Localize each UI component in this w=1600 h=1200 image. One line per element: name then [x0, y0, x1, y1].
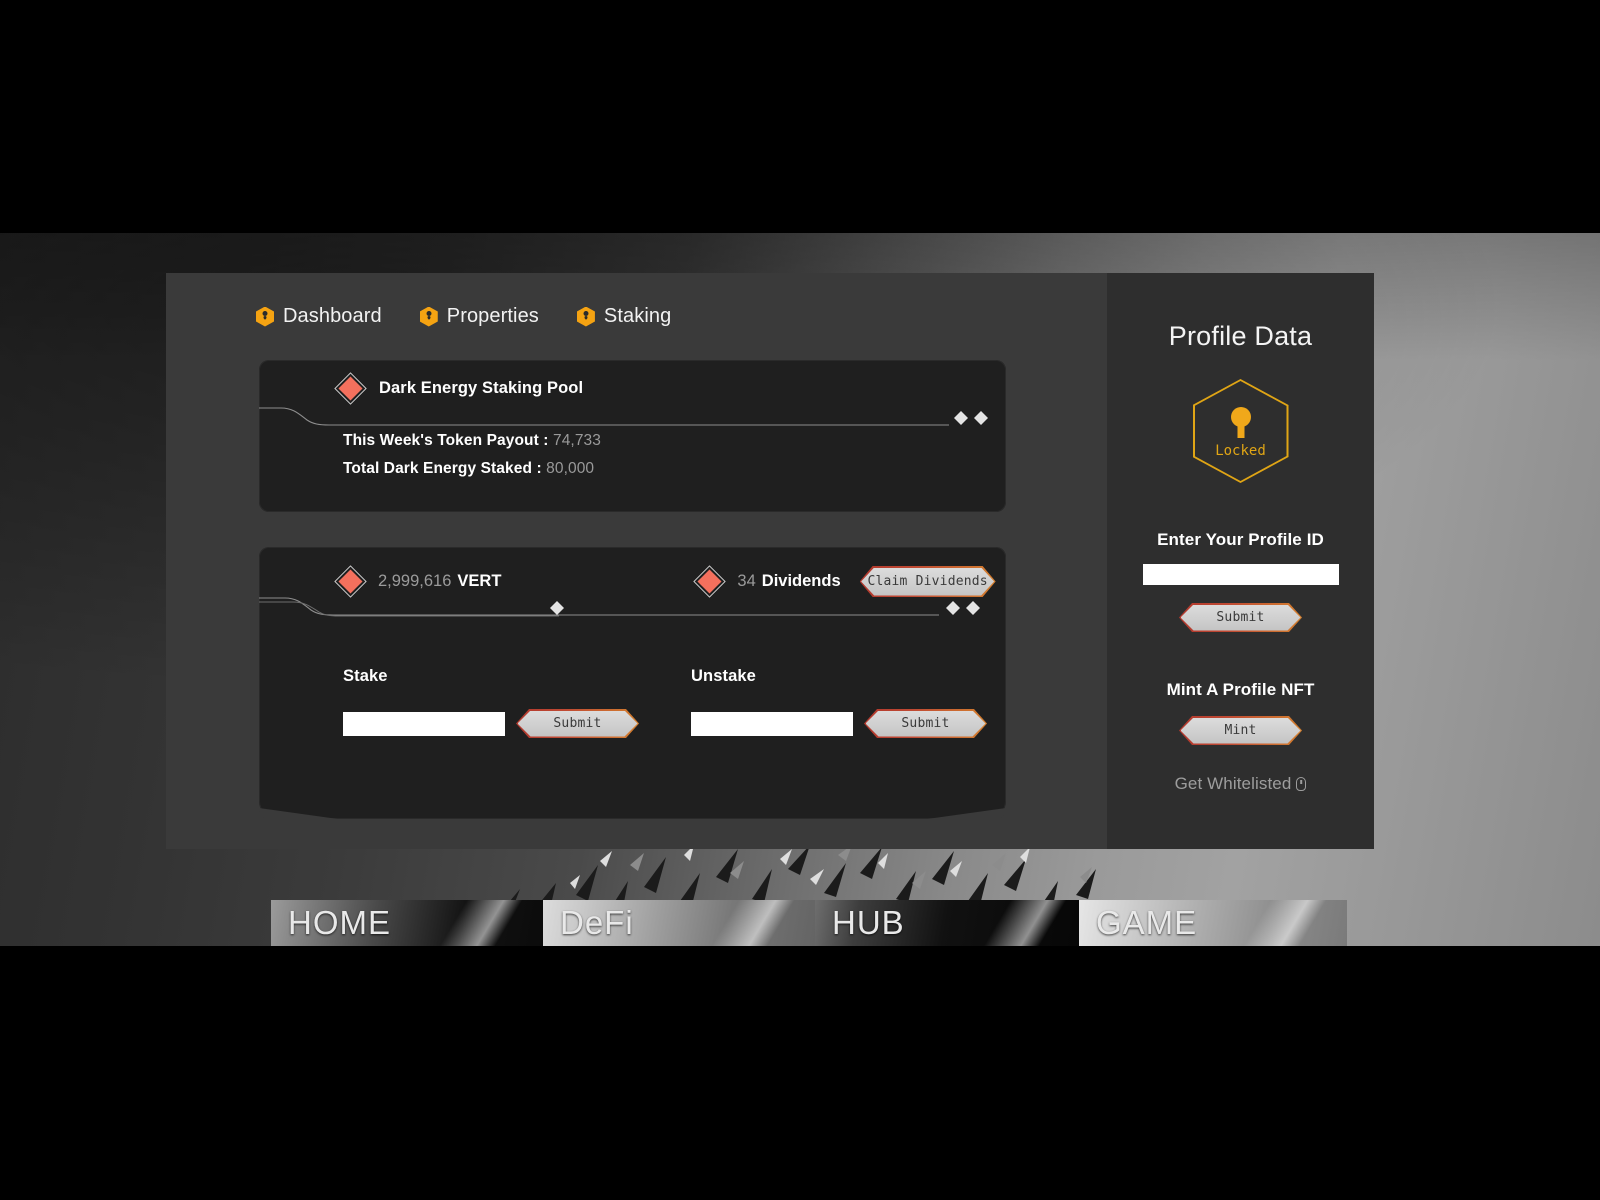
hex-lock-icon: [256, 306, 274, 327]
dividends-amount: 34: [737, 572, 756, 590]
tile-game[interactable]: GAME: [1079, 900, 1347, 946]
mint-button[interactable]: Mint: [1179, 716, 1302, 745]
main-panel: Dashboard Properties Staking Dark Energy…: [166, 273, 1107, 849]
mouse-icon: [1296, 777, 1307, 791]
mint-button-label: Mint: [1181, 718, 1301, 744]
unstake-submit-label: Submit: [866, 711, 986, 737]
unstake-submit-button[interactable]: Submit: [864, 709, 987, 738]
pool-stats: This Week's Token Payout : 74,733 Total …: [343, 432, 601, 488]
red-diamond-icon: [338, 376, 363, 401]
tile-defi[interactable]: DeFi: [543, 900, 815, 946]
stake-label: Stake: [343, 667, 388, 685]
profile-submit-button[interactable]: Submit: [1179, 603, 1302, 632]
dividends-count: 34 Dividends: [697, 569, 841, 594]
tile-hub[interactable]: HUB: [815, 900, 1087, 946]
profile-id-label: Enter Your Profile ID: [1157, 530, 1324, 549]
unstake-label: Unstake: [691, 667, 756, 685]
tile-swoosh: [1229, 900, 1347, 946]
unstake-input[interactable]: [691, 711, 853, 736]
app-window: Dashboard Properties Staking Dark Energy…: [166, 273, 1374, 849]
pool-card-header: Dark Energy Staking Pool: [259, 360, 1006, 401]
stat-weekly-payout-label: This Week's Token Payout :: [343, 432, 549, 449]
stake-submit-button[interactable]: Submit: [516, 709, 639, 738]
claim-dividends-label: Claim Dividends: [861, 568, 994, 596]
vert-balance-unit: VERT: [457, 572, 502, 590]
nav-label-staking: Staking: [603, 305, 672, 327]
bottom-tile-nav: HOME DeFi HUB GAME: [0, 894, 1600, 946]
pool-card-title: Dark Energy Staking Pool: [379, 379, 584, 397]
stat-total-staked-value: 80,000: [546, 460, 595, 477]
tile-defi-label: DeFi: [560, 904, 634, 941]
stake-card: 2,999,616 VERT 34 Dividends Claim Divide…: [259, 547, 1006, 819]
mint-nft-label: Mint A Profile NFT: [1166, 680, 1315, 699]
dividends-unit: Dividends: [761, 572, 841, 590]
vert-balance: 2,999,616 VERT: [338, 569, 502, 594]
unstake-section: Unstake Submit: [691, 667, 987, 738]
tile-game-label: GAME: [1096, 904, 1198, 941]
tile-swoosh: [697, 900, 815, 946]
red-diamond-icon: [697, 569, 722, 594]
nav-item-staking[interactable]: Staking: [576, 305, 672, 328]
profile-data-title: Profile Data: [1168, 321, 1313, 351]
stake-submit-label: Submit: [518, 711, 638, 737]
stat-total-staked: Total Dark Energy Staked : 80,000: [343, 460, 601, 478]
stat-weekly-payout: This Week's Token Payout : 74,733: [343, 432, 601, 450]
stake-section: Stake Submit: [343, 667, 639, 738]
profile-sidebar: Profile Data Locked Enter Your Profile I…: [1107, 273, 1374, 849]
hex-lock-badge-icon: Locked: [1192, 379, 1289, 483]
pool-card-divider: [259, 404, 1006, 430]
nav-item-dashboard[interactable]: Dashboard: [256, 305, 382, 328]
stake-input[interactable]: [343, 711, 505, 736]
profile-id-input[interactable]: [1142, 564, 1339, 585]
tile-hub-label: HUB: [832, 904, 905, 941]
nav-item-properties[interactable]: Properties: [419, 305, 539, 328]
nav-label-dashboard: Dashboard: [283, 305, 382, 327]
tile-swoosh: [425, 900, 543, 946]
hex-lock-icon: [419, 306, 438, 327]
stat-total-staked-label: Total Dark Energy Staked :: [343, 460, 542, 477]
app-stage: Dashboard Properties Staking Dark Energy…: [0, 233, 1600, 946]
red-diamond-icon: [338, 569, 363, 594]
vert-balance-amount: 2,999,616: [378, 572, 452, 590]
nav-label-properties: Properties: [446, 305, 539, 327]
profile-submit-label: Submit: [1181, 605, 1301, 631]
lock-status-text: Locked: [1215, 443, 1266, 459]
get-whitelisted-link[interactable]: Get Whitelisted: [1107, 774, 1374, 794]
keyhole-icon: [1230, 407, 1251, 427]
get-whitelisted-label: Get Whitelisted: [1174, 774, 1292, 793]
stake-card-divider: [259, 593, 1006, 619]
stat-weekly-payout-value: 74,733: [552, 432, 601, 449]
tile-home-label: HOME: [288, 904, 391, 941]
top-navigation: Dashboard Properties Staking: [166, 273, 1107, 328]
hex-lock-icon: [576, 306, 595, 327]
tile-swoosh: [969, 900, 1087, 946]
tile-home[interactable]: HOME: [271, 900, 543, 946]
staking-pool-card: Dark Energy Staking Pool This Week's Tok…: [259, 360, 1006, 512]
